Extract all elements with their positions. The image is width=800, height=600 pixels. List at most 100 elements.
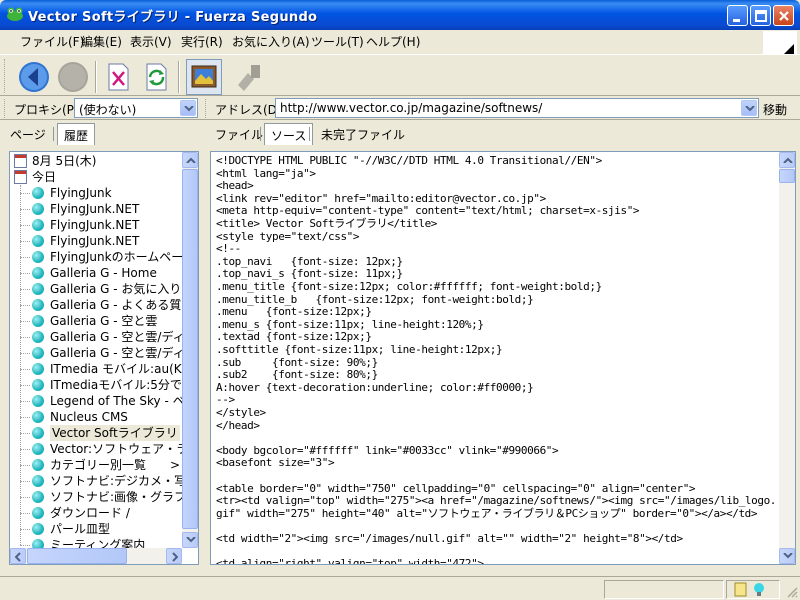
history-item-label: ダウンロード / xyxy=(50,506,130,520)
tree-connector xyxy=(20,465,30,466)
scroll-down-button[interactable] xyxy=(779,548,795,564)
address-dropdown-button[interactable] xyxy=(741,100,757,116)
tree-connector xyxy=(20,209,30,210)
minimize-button[interactable] xyxy=(727,5,748,26)
calendar-icon xyxy=(14,154,27,168)
scroll-thumb[interactable] xyxy=(182,169,198,529)
scroll-thumb[interactable] xyxy=(779,169,795,183)
tree-connector xyxy=(20,433,30,434)
history-item-label: Nucleus CMS xyxy=(50,410,128,424)
history-item-label: FlyingJunk xyxy=(50,186,112,200)
right-panel: ファイル ソース 未完了ファイル <!DOCTYPE HTML PUBLIC "… xyxy=(205,121,800,574)
proxy-dropdown-button[interactable] xyxy=(180,100,196,116)
history-item-label: ITmedia モバイル:au(KDD xyxy=(50,362,199,376)
history-scrollbar[interactable] xyxy=(182,152,198,548)
menu-tools[interactable]: ツール(T) xyxy=(311,33,364,50)
history-item-label: FlyingJunk.NET xyxy=(50,202,140,216)
chevron-down-icon xyxy=(186,537,196,543)
status-icons xyxy=(734,582,764,597)
proxy-grip[interactable] xyxy=(4,99,7,118)
toolbar xyxy=(0,54,800,96)
page-dot-icon xyxy=(32,411,44,423)
tree-connector xyxy=(20,449,30,450)
source-line: <td align="right" valign="top" width="47… xyxy=(216,557,484,565)
close-button[interactable] xyxy=(773,5,794,26)
menu-help[interactable]: ヘルプ(H) xyxy=(366,33,420,50)
menu-file[interactable]: ファイル(F) xyxy=(20,33,84,50)
history-item-label: カテゴリー別一覧 > Ma xyxy=(50,458,199,472)
source-line: </head> xyxy=(216,418,260,432)
tree-connector xyxy=(20,305,30,306)
image-view-icon xyxy=(191,65,217,88)
address-bar: プロキシ(P): (使わない) アドレス(D): http://www.vect… xyxy=(0,97,800,120)
source-view[interactable]: <!DOCTYPE HTML PUBLIC "-//W3C//DTD HTML … xyxy=(210,151,796,565)
tree-connector xyxy=(20,529,30,530)
history-item-label: Galleria G - Home xyxy=(50,266,157,280)
tree-node-label: 8月 5日(木) xyxy=(32,154,97,168)
tree-connector xyxy=(20,241,30,242)
tree-connector xyxy=(20,353,30,354)
chevron-down-icon xyxy=(745,106,755,112)
menu-bar: ファイル(F) 編集(E) 表示(V) 実行(R) お気に入り(A) ツール(T… xyxy=(0,30,800,52)
history-tree[interactable]: 8月 5日(木) 今日 FlyingJunk FlyingJunk.NET Flyi… xyxy=(9,151,199,565)
menu-run[interactable]: 実行(R) xyxy=(181,33,223,50)
plugin-button[interactable] xyxy=(230,59,266,95)
refresh-button[interactable] xyxy=(138,59,174,95)
menu-view[interactable]: 表示(V) xyxy=(130,33,172,50)
history-hscrollbar[interactable] xyxy=(10,548,182,564)
image-view-button[interactable] xyxy=(186,59,222,95)
page-dot-icon xyxy=(32,379,44,391)
history-item-label: Vector:ソフトウェア・ライブラ xyxy=(50,442,198,456)
menu-favorites[interactable]: お気に入り(A) xyxy=(232,33,310,50)
window-title: Vector Softライブラリ - Fuerza Segundo xyxy=(28,10,318,25)
page-dot-icon xyxy=(32,427,44,439)
tab-page[interactable]: ページ xyxy=(4,123,52,145)
stop-button[interactable] xyxy=(55,59,91,95)
throbber xyxy=(763,31,797,55)
chevron-down-icon xyxy=(184,106,194,112)
close-icon xyxy=(779,11,789,21)
chevron-up-icon xyxy=(186,157,196,163)
chevron-right-icon xyxy=(172,552,178,562)
back-button[interactable] xyxy=(16,59,52,95)
maximize-button[interactable] xyxy=(750,5,771,26)
app-frog-icon xyxy=(7,7,23,21)
close-page-icon xyxy=(108,63,129,91)
tree-connector xyxy=(20,513,30,514)
tab-history[interactable]: 履歴 xyxy=(57,123,96,145)
hscroll-thumb[interactable] xyxy=(27,548,127,564)
scroll-down-button[interactable] xyxy=(182,532,198,548)
go-button[interactable]: 移動 xyxy=(763,101,787,118)
close-page-button[interactable] xyxy=(100,59,136,95)
page-dot-icon xyxy=(32,299,44,311)
status-icons-pane xyxy=(726,580,780,599)
history-item-label: ソフトナビ:画像・グラフィック xyxy=(50,490,198,504)
tree-connector xyxy=(20,321,30,322)
tab-source[interactable]: ソース xyxy=(264,123,314,145)
scroll-left-button[interactable] xyxy=(10,548,26,564)
scroll-right-button[interactable] xyxy=(166,548,182,564)
plugin-icon xyxy=(238,65,260,91)
menu-edit[interactable]: 編集(E) xyxy=(81,33,122,50)
title-bar[interactable]: Vector Softライブラリ - Fuerza Segundo xyxy=(0,0,800,30)
tree-connector xyxy=(20,417,30,418)
scroll-up-button[interactable] xyxy=(182,152,198,168)
history-item-label: FlyingJunk.NET xyxy=(50,234,140,248)
toolbar-grip[interactable] xyxy=(4,59,7,93)
minimize-icon xyxy=(733,19,740,22)
tree-connector xyxy=(20,337,30,338)
proxy-select[interactable]: (使わない) xyxy=(74,98,198,118)
tab-incomplete-files[interactable]: 未完了ファイル xyxy=(315,123,411,145)
address-input[interactable]: http://www.vector.co.jp/magazine/softnew… xyxy=(275,98,759,118)
proxy-value: (使わない) xyxy=(79,103,137,117)
page-dot-icon xyxy=(32,315,44,327)
history-item-label: Galleria G - 空と雲/ディア xyxy=(50,346,197,360)
scroll-up-button[interactable] xyxy=(779,152,795,168)
resize-grip-icon[interactable] xyxy=(786,586,798,598)
calendar-icon xyxy=(14,170,27,184)
tree-connector xyxy=(20,193,30,194)
source-scrollbar[interactable] xyxy=(779,152,795,564)
tab-separator xyxy=(309,127,310,141)
address-grip[interactable] xyxy=(205,99,208,118)
page-dot-icon xyxy=(32,203,44,215)
